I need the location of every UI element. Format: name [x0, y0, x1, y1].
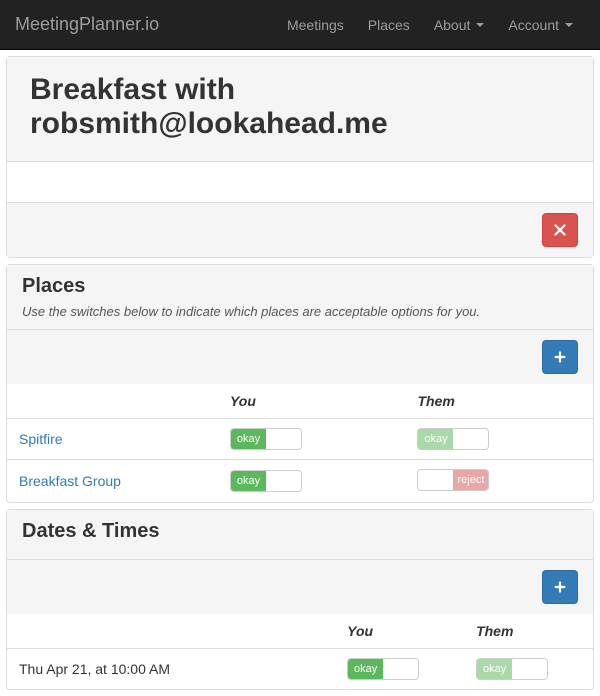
- switch-blank: [418, 470, 453, 490]
- switch-label: okay: [418, 429, 453, 449]
- plus-icon: [554, 581, 566, 593]
- meeting-heading: Breakfast with robsmith@lookahead.me: [7, 57, 593, 162]
- dates-heading: Dates & Times: [7, 510, 593, 560]
- switch-blank: [383, 659, 418, 679]
- place-link[interactable]: Breakfast Group: [19, 473, 121, 489]
- places-panel: Places Use the switches below to indicat…: [6, 264, 594, 503]
- switch-label: okay: [477, 659, 512, 679]
- nav-about[interactable]: About: [422, 2, 497, 48]
- add-date-button[interactable]: [542, 570, 578, 604]
- nav-meetings[interactable]: Meetings: [275, 2, 356, 48]
- delete-meeting-button[interactable]: [542, 213, 578, 247]
- places-table: You Them Spitfire okay okay: [7, 384, 593, 502]
- meeting-panel: Breakfast with robsmith@lookahead.me: [6, 56, 594, 258]
- switch-blank: [266, 429, 301, 449]
- you-switch[interactable]: okay: [230, 428, 302, 450]
- col-you: You: [335, 614, 464, 649]
- dates-title: Dates & Times: [22, 520, 578, 543]
- table-row: Thu Apr 21, at 10:00 AM okay okay: [7, 649, 593, 690]
- place-link[interactable]: Spitfire: [19, 431, 63, 447]
- them-switch: okay: [476, 658, 548, 680]
- col-them: Them: [464, 614, 593, 649]
- chevron-down-icon: [476, 23, 484, 27]
- switch-label: reject: [453, 470, 488, 490]
- plus-icon: [554, 351, 566, 363]
- places-heading: Places Use the switches below to indicat…: [7, 265, 593, 330]
- meeting-body: [7, 162, 593, 202]
- table-row: Spitfire okay okay: [7, 419, 593, 460]
- dates-panel: Dates & Times You Them Thu Apr 21, at 10…: [6, 509, 594, 690]
- table-row: Breakfast Group okay reject: [7, 460, 593, 503]
- add-place-button[interactable]: [542, 340, 578, 374]
- dates-actions: [7, 560, 593, 614]
- nav-places[interactable]: Places: [356, 2, 422, 48]
- switch-label: okay: [231, 471, 266, 491]
- them-switch: okay: [417, 428, 489, 450]
- dates-table: You Them Thu Apr 21, at 10:00 AM okay ok…: [7, 614, 593, 689]
- page-title: Breakfast with robsmith@lookahead.me: [22, 67, 578, 151]
- you-switch[interactable]: okay: [230, 470, 302, 492]
- you-switch[interactable]: okay: [347, 658, 419, 680]
- date-label: Thu Apr 21, at 10:00 AM: [7, 649, 335, 690]
- places-actions: [7, 330, 593, 384]
- brand-link[interactable]: MeetingPlanner.io: [15, 14, 159, 35]
- chevron-down-icon: [565, 23, 573, 27]
- switch-blank: [512, 659, 547, 679]
- places-hint: Use the switches below to indicate which…: [22, 304, 578, 319]
- switch-blank: [266, 471, 301, 491]
- nav-account-label: Account: [508, 17, 559, 33]
- close-icon: [554, 224, 566, 236]
- meeting-footer: [7, 202, 593, 257]
- nav-about-label: About: [434, 17, 471, 33]
- them-switch: reject: [417, 469, 489, 491]
- switch-blank: [453, 429, 488, 449]
- nav-right: Meetings Places About Account: [275, 2, 585, 48]
- nav-account[interactable]: Account: [496, 2, 585, 48]
- switch-label: okay: [348, 659, 383, 679]
- places-title: Places: [22, 275, 578, 298]
- switch-label: okay: [231, 429, 266, 449]
- col-you: You: [218, 384, 406, 419]
- navbar: MeetingPlanner.io Meetings Places About …: [0, 0, 600, 50]
- col-them: Them: [405, 384, 593, 419]
